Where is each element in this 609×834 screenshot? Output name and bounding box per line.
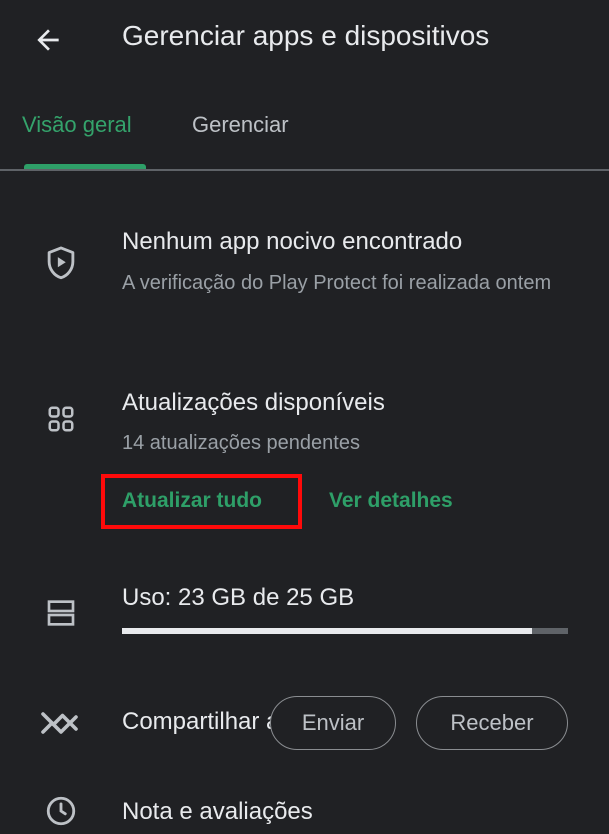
play-protect-section[interactable]: Nenhum app nocivo encontrado A verificaç… xyxy=(0,216,609,340)
storage-title: Uso: 23 GB de 25 GB xyxy=(122,584,355,611)
arrow-back-icon xyxy=(32,24,64,61)
play-protect-subtitle: A verificação do Play Protect foi realiz… xyxy=(122,272,552,294)
view-details-button[interactable]: Ver detalhes xyxy=(329,489,453,513)
updates-title: Atualizações disponíveis xyxy=(122,389,385,416)
storage-bar-fill xyxy=(122,628,533,634)
nearby-share-icon xyxy=(38,700,84,746)
tab-manage[interactable]: Gerenciar xyxy=(192,112,289,146)
play-protect-title: Nenhum app nocivo encontrado xyxy=(122,228,463,255)
updates-subtitle: 14 atualizações pendentes xyxy=(122,432,360,454)
tab-overview[interactable]: Visão geral xyxy=(22,112,132,146)
highlight-box xyxy=(101,474,302,529)
send-button[interactable]: Enviar xyxy=(270,696,396,750)
back-button[interactable] xyxy=(28,24,68,60)
storage-section[interactable]: Uso: 23 GB de 25 GB xyxy=(0,570,609,660)
apps-grid-icon xyxy=(38,396,84,442)
receive-button[interactable]: Receber xyxy=(416,696,568,750)
tab-divider xyxy=(0,169,609,171)
clock-icon xyxy=(38,788,84,834)
storage-icon xyxy=(38,590,84,636)
page-title: Gerenciar apps e dispositivos xyxy=(122,20,490,51)
ratings-title: Nota e avaliações xyxy=(122,798,313,825)
storage-bar xyxy=(122,628,568,634)
shield-play-icon xyxy=(38,240,84,286)
